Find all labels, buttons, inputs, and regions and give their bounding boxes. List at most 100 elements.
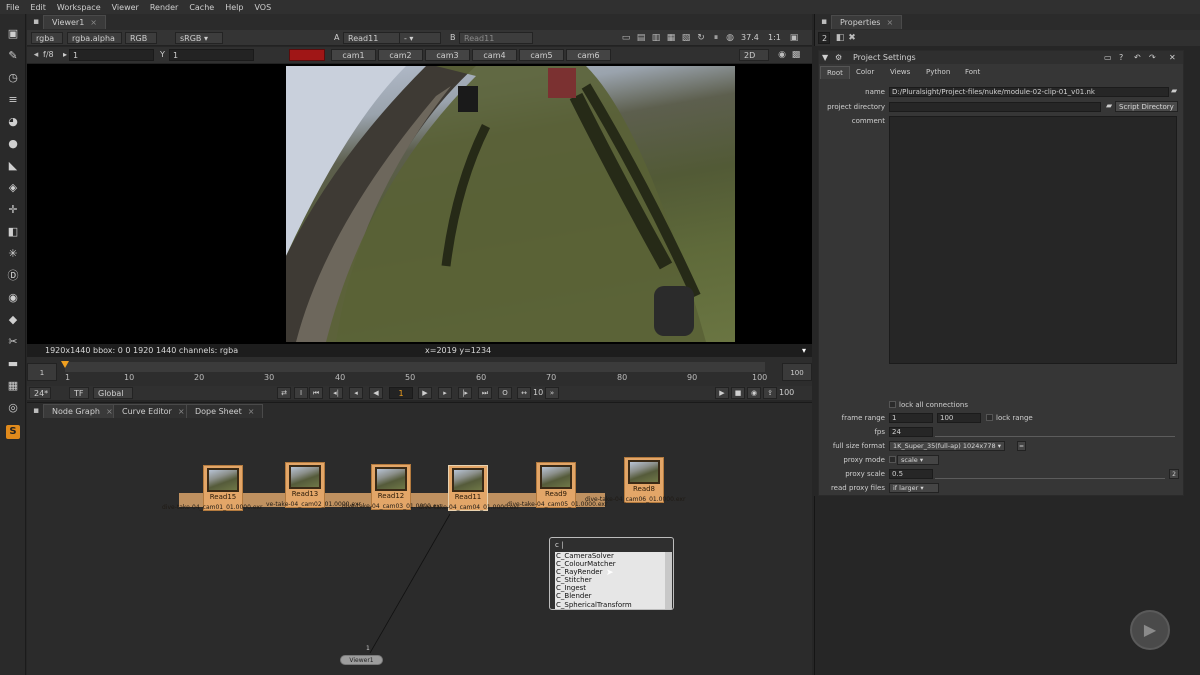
step-back-icon[interactable]: ↔ [517, 387, 531, 399]
tab-font[interactable]: Font [959, 66, 986, 79]
close-icon[interactable]: × [178, 407, 185, 416]
collapse-icon[interactable]: ▼ [822, 51, 828, 64]
s-logo-icon[interactable]: S [6, 425, 20, 439]
fullscreen-icon[interactable]: ▣ [789, 33, 799, 43]
menu-file[interactable]: File [6, 3, 19, 12]
cam1-button[interactable]: cam1 [331, 49, 376, 61]
play-backward-icon[interactable]: ◀ [369, 387, 383, 399]
draw-icon[interactable]: ✎ [6, 49, 20, 63]
channel-icon[interactable]: ≡ [6, 93, 20, 107]
list-item[interactable]: C_SphericalTransform [555, 601, 665, 609]
first-frame-icon[interactable]: ⏮ [309, 387, 323, 399]
input-b-dropdown[interactable]: Read11 [459, 32, 533, 44]
comment-textarea[interactable] [889, 116, 1177, 364]
cam6-button[interactable]: cam6 [566, 49, 611, 61]
gpu-icon[interactable]: ▧ [681, 33, 691, 43]
range-mode-dropdown[interactable]: Global [93, 387, 133, 399]
view-mode-dropdown[interactable]: 2D [739, 49, 769, 61]
lock-icon[interactable]: ◍ [725, 33, 735, 43]
channels-dropdown[interactable]: rgba ▾ [31, 32, 63, 55]
toolsets-icon[interactable]: ✂ [6, 335, 20, 349]
undo-icon[interactable]: ↶ [1134, 51, 1141, 64]
cam5-button[interactable]: cam5 [519, 49, 564, 61]
mask-icon[interactable]: ▥ [651, 33, 661, 43]
tab-viewer1[interactable]: Viewer1 × [43, 15, 106, 29]
tab-dope-sheet[interactable]: Dope Sheet × [186, 404, 264, 418]
cam2-button[interactable]: cam2 [378, 49, 423, 61]
refresh-icon[interactable]: ↻ [696, 33, 706, 43]
transform-icon[interactable]: ✛ [6, 203, 20, 217]
stop-icon[interactable]: ■ [731, 387, 745, 399]
play-forward-icon[interactable]: ▶ [418, 387, 432, 399]
particles-icon[interactable]: ✳ [6, 247, 20, 261]
lut-dropdown[interactable]: sRGB ▾ [175, 32, 223, 44]
color-icon[interactable]: ◕ [6, 115, 20, 129]
menu-viewer[interactable]: Viewer [112, 3, 139, 12]
float-icon[interactable]: ▭ [1104, 51, 1112, 64]
read-node[interactable]: Read15 dive-take-04_cam01_01.0000.exr [162, 465, 262, 511]
lock-connections-checkbox[interactable] [889, 401, 896, 408]
gain-field[interactable]: 1 [69, 49, 154, 61]
overlay-icon[interactable]: ▦ [666, 33, 676, 43]
eye-icon[interactable]: ◉ [777, 50, 787, 60]
in-point-icon[interactable]: I [294, 387, 308, 399]
merge-icon[interactable]: ◈ [6, 181, 20, 195]
tf-dropdown[interactable]: TF [69, 387, 89, 399]
node-search-input[interactable]: c | [553, 540, 670, 551]
camera-icon[interactable]: ▩ [791, 50, 801, 60]
image-icon[interactable]: ▣ [6, 27, 20, 41]
fps-slider[interactable] [935, 427, 1175, 437]
roi-icon[interactable]: ▭ [621, 33, 631, 43]
read-node-selected[interactable]: Read11 dive-take-04_cam04_01.0000.exr [419, 465, 519, 511]
tab-python[interactable]: Python [920, 66, 956, 79]
folder-icon[interactable]: ▰ [1106, 101, 1112, 110]
gain-arrow-icon[interactable]: ▸ [63, 49, 67, 61]
step-value[interactable]: 10 [533, 387, 543, 399]
menu-vos[interactable]: VOS [254, 3, 271, 12]
cam4-button[interactable]: cam4 [472, 49, 517, 61]
tab-views[interactable]: Views [884, 66, 916, 79]
close-icon[interactable]: × [90, 18, 97, 27]
read-node[interactable]: Read8 dive-take-04_cam06_01.0000.exr [585, 457, 685, 503]
end-frame-value[interactable]: 100 [779, 387, 794, 399]
pane-menu-icon[interactable]: ▪ [31, 406, 41, 416]
proxy-mode-dropdown[interactable]: scale ▾ [897, 455, 939, 465]
proxy-scale-field[interactable]: 0.5 [889, 469, 933, 479]
list-item[interactable]: C_CameraSolver [555, 552, 665, 560]
list-item[interactable]: C_ColourMatcher [555, 560, 665, 568]
lock-panels-icon[interactable]: ◧ [835, 33, 845, 43]
prev-key-icon[interactable]: ◂| [329, 387, 343, 399]
pane-menu-icon[interactable]: ▪ [819, 17, 829, 27]
timeline-track[interactable] [65, 362, 765, 372]
cam3-button[interactable]: cam3 [425, 49, 470, 61]
menu-edit[interactable]: Edit [30, 3, 46, 12]
record-button[interactable] [289, 49, 325, 61]
loop-icon[interactable]: ⇄ [277, 387, 291, 399]
read-proxy-files-dropdown[interactable]: if larger ▾ [889, 483, 939, 493]
close-icon[interactable]: × [886, 18, 893, 27]
fps-dropdown[interactable]: 24* [29, 387, 51, 399]
format-options-button[interactable]: = [1017, 441, 1026, 451]
timeline[interactable]: 1 100 1 10 20 30 40 50 60 70 80 90 100 [27, 357, 812, 386]
pause-icon[interactable]: ⏸ [711, 33, 721, 43]
current-frame-field[interactable]: 1 [389, 387, 413, 399]
display-dropdown[interactable]: RGB ▾ [125, 32, 157, 55]
fstop-value[interactable]: f/8 [43, 49, 54, 61]
panel-count-field[interactable]: 2 [818, 32, 830, 44]
node-search-results[interactable]: C_CameraSolver C_ColourMatcher C_RayRend… [555, 552, 672, 609]
furnace-icon[interactable]: ▦ [6, 379, 20, 393]
timeline-end-field[interactable]: 100 [782, 363, 812, 381]
close-icon[interactable]: × [106, 407, 113, 416]
full-size-format-dropdown[interactable]: 1K_Super_35(full-ap) 1024x778 ▾ [889, 441, 1005, 451]
project-directory-field[interactable] [889, 102, 1101, 112]
fps-field[interactable]: 24 [889, 427, 933, 437]
close-icon[interactable]: ✕ [1169, 51, 1176, 64]
tab-node-graph[interactable]: Node Graph × [43, 404, 122, 418]
menu-render[interactable]: Render [150, 3, 178, 12]
cache-icon[interactable]: ◉ [747, 387, 761, 399]
pane-menu-icon[interactable]: ▪ [31, 17, 41, 27]
close-icon[interactable]: × [248, 407, 255, 416]
clear-panels-icon[interactable]: ✖ [847, 33, 857, 43]
step-forward-icon[interactable]: » [545, 387, 559, 399]
guides-icon[interactable]: ▤ [636, 33, 646, 43]
